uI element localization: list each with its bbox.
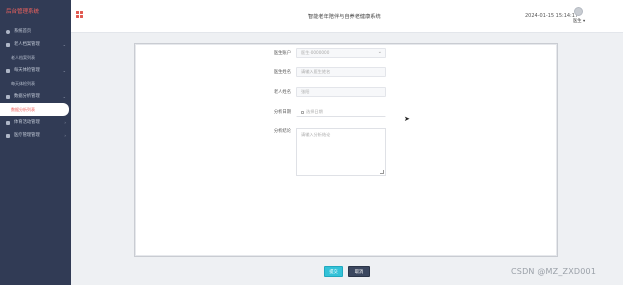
sidebar-item-sports[interactable]: 体育活动管理 › [0, 116, 71, 129]
folder-icon [6, 133, 10, 138]
home-icon [6, 29, 10, 34]
field-label: 医生账户 [273, 51, 291, 56]
sidebar-item-daily-checkup[interactable]: 每天体检管理 ⌄ [0, 64, 71, 77]
sidebar: 后台管理系统 系统首页 老人档案管理 ⌄ 老人档案列表 每天体检管理 ⌄ 每天体… [0, 0, 71, 285]
folder-icon [6, 94, 10, 99]
field-label: 老人姓名 [273, 90, 291, 95]
sidebar-item-label: 医疗管理管理 [14, 133, 40, 138]
page-title: 智能老年陪伴与自养老健康系统 [308, 14, 381, 20]
sidebar-item-home[interactable]: 系统首页 [0, 25, 71, 38]
sidebar-subitem-checkup-list[interactable]: 每天体检列表 [0, 77, 71, 90]
menu-toggle-icon[interactable] [76, 11, 83, 18]
form-row-doctor-account: 医生账户 医生·0000000 [260, 48, 386, 58]
folder-icon [6, 120, 10, 125]
folder-icon [6, 68, 10, 73]
chevron-down-icon: ⌄ [62, 68, 66, 73]
analysis-date-picker[interactable]: 选择日期 [296, 107, 386, 117]
sidebar-item-label: 体育活动管理 [14, 120, 40, 125]
top-bar: 智能老年陪伴与自养老健康系统 2024-01-15 15:14:17 医生 ▾ [71, 0, 623, 33]
sidebar-item-elder-archive[interactable]: 老人档案管理 ⌄ [0, 38, 71, 51]
sidebar-item-data-analysis[interactable]: 数据分析管理 ⌄ [0, 90, 71, 103]
chevron-right-icon: › [64, 133, 66, 138]
calendar-icon [301, 110, 304, 114]
date-placeholder: 选择日期 [306, 109, 323, 114]
chevron-down-icon: ⌄ [62, 94, 66, 99]
avatar[interactable] [574, 7, 583, 16]
elder-name-field[interactable]: 张阳 [296, 87, 386, 97]
datetime-display: 2024-01-15 15:14:17 [525, 13, 579, 19]
folder-icon [6, 42, 10, 47]
form-row-analysis-conclusion: 分析结论 请输入分析结论 [260, 128, 386, 176]
form-row-doctor-name: 医生姓名 请输入医生姓名 [260, 67, 386, 77]
form-row-analysis-date: 分析日期 选择日期 [260, 107, 386, 117]
sidebar-item-medical[interactable]: 医疗管理管理 › [0, 129, 71, 142]
main-content: 医生账户 医生·0000000 医生姓名 请输入医生姓名 老人姓名 张阳 分析日… [71, 33, 623, 285]
sidebar-item-label: 数据分析管理 [14, 94, 40, 99]
doctor-name-field[interactable]: 请输入医生姓名 [296, 67, 386, 77]
doctor-account-select[interactable]: 医生·0000000 [296, 48, 386, 58]
analysis-conclusion-textarea[interactable]: 请输入分析结论 [296, 128, 386, 176]
sidebar-item-label: 每天体检管理 [14, 68, 40, 73]
field-label: 医生姓名 [273, 70, 291, 75]
cancel-button[interactable]: 取消 [348, 266, 370, 277]
sidebar-subitem-elder-list[interactable]: 老人档案列表 [0, 51, 71, 64]
mouse-cursor-icon: ➤ [404, 115, 410, 123]
sidebar-item-label: 老人档案管理 [14, 42, 40, 47]
watermark: CSDN @MZ_ZXD001 [511, 267, 597, 276]
user-menu[interactable]: 医生 ▾ [573, 18, 585, 24]
form-panel: 医生账户 医生·0000000 医生姓名 请输入医生姓名 老人姓名 张阳 分析日… [134, 43, 558, 257]
sidebar-item-label: 系统首页 [14, 29, 32, 34]
sidebar-subitem-analysis-list[interactable]: 数据分析列表 [0, 103, 69, 116]
submit-button[interactable]: 提交 [324, 266, 343, 277]
app-brand: 后台管理系统 [6, 9, 40, 15]
field-label: 分析日期 [273, 110, 291, 115]
chevron-right-icon: › [64, 120, 66, 125]
chevron-down-icon: ⌄ [62, 42, 66, 47]
field-label: 分析结论 [273, 129, 291, 134]
form-row-elder-name: 老人姓名 张阳 [260, 87, 386, 97]
